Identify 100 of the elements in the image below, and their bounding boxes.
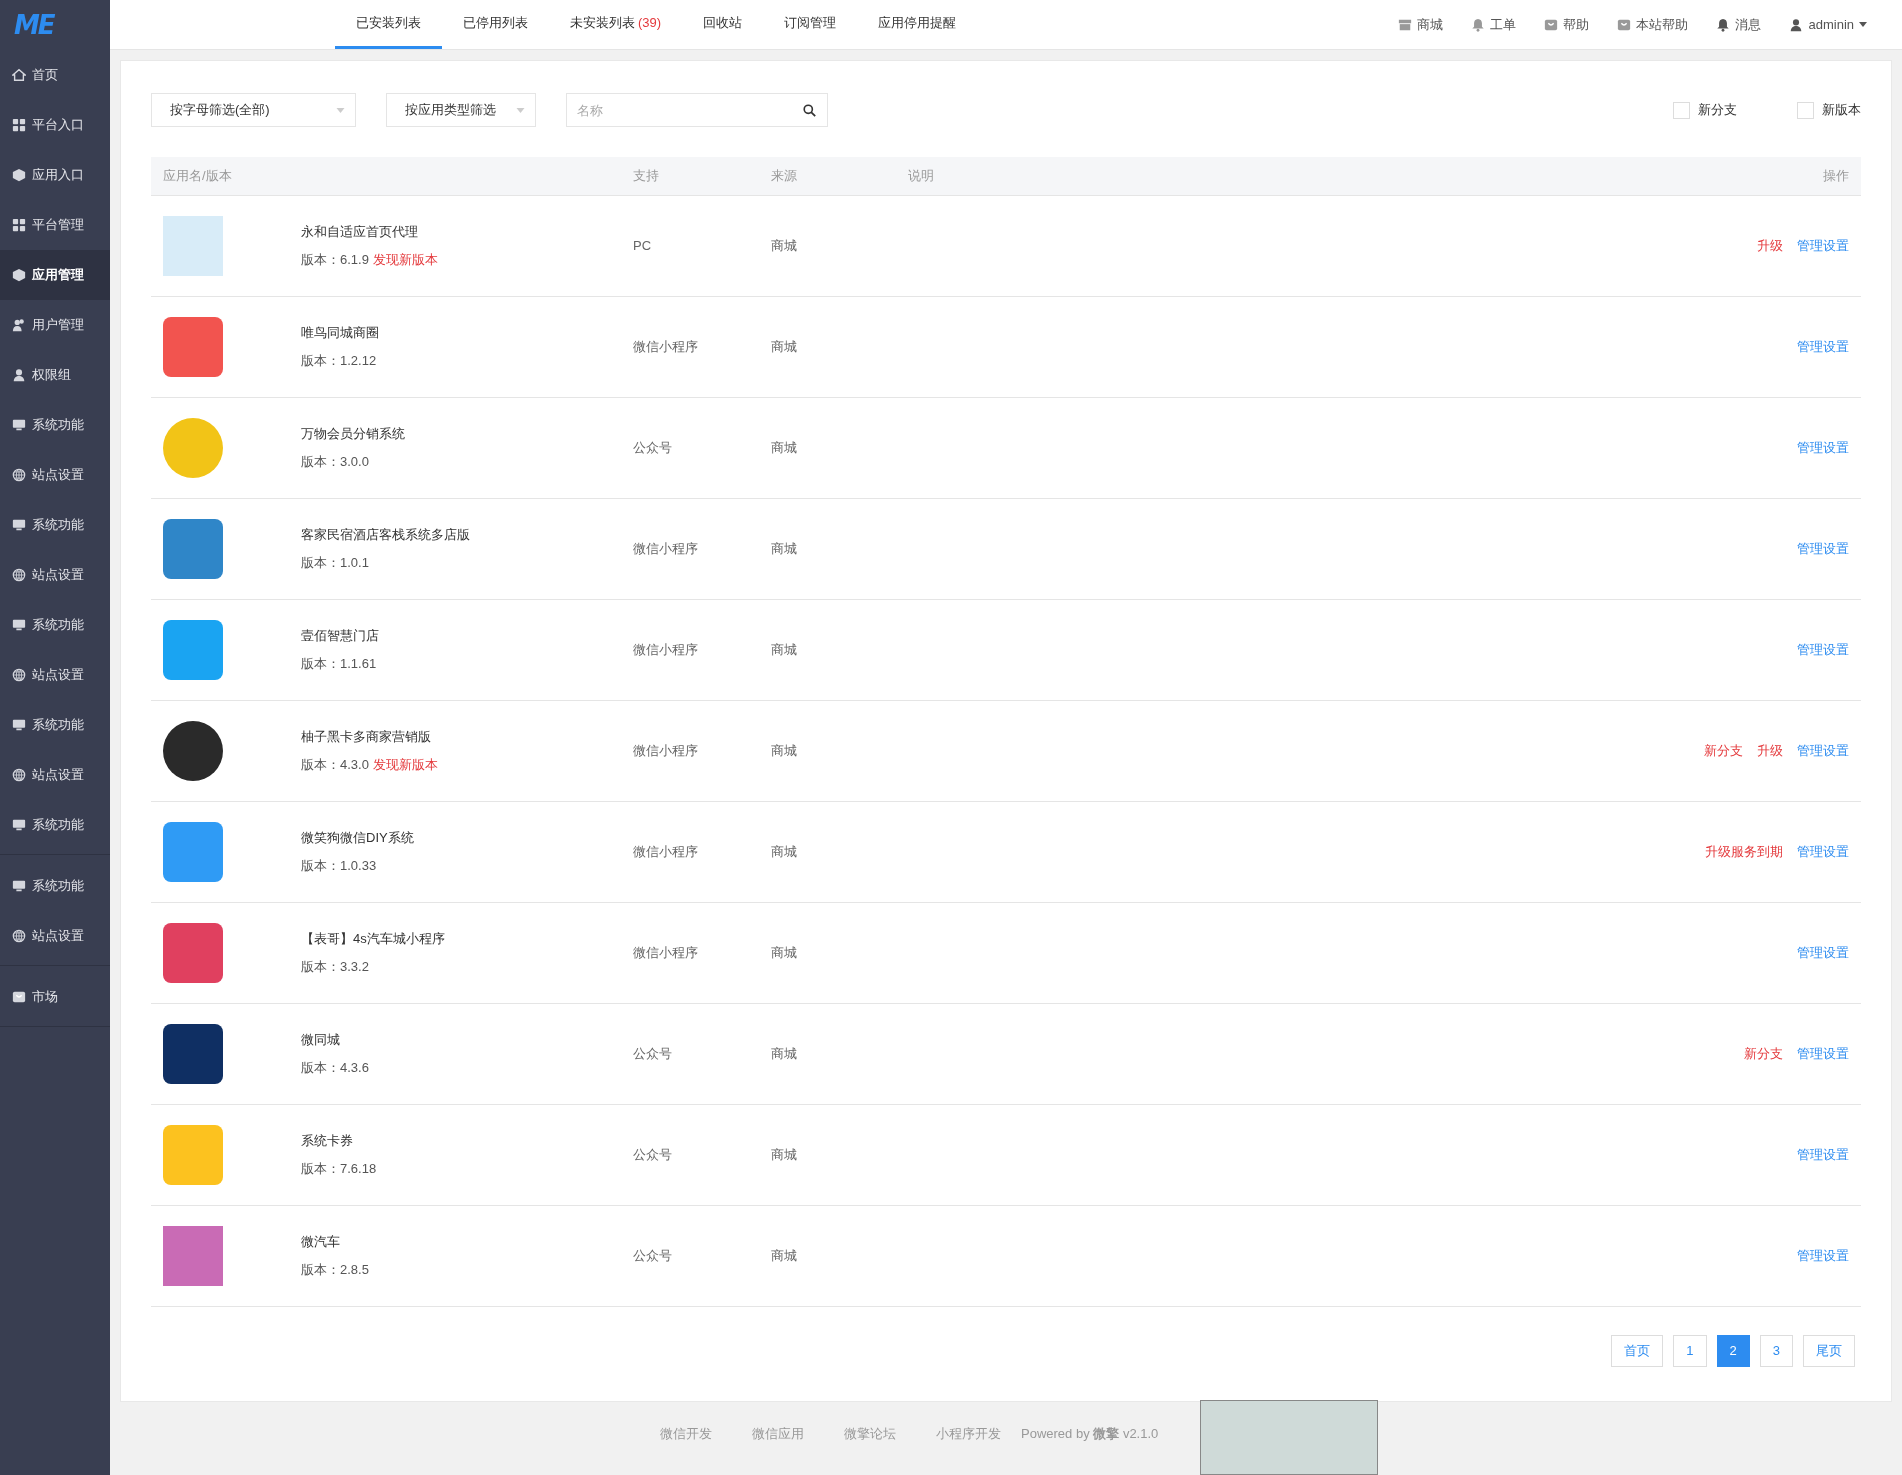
caret-icon	[516, 107, 525, 113]
bag-icon	[12, 990, 26, 1004]
action-link[interactable]: 管理设置	[1797, 237, 1849, 253]
bell-icon	[1471, 17, 1486, 32]
bell-icon	[1716, 17, 1731, 32]
table-cell: 微信小程序	[621, 599, 759, 700]
sidebar-item[interactable]: 系统功能	[0, 400, 110, 450]
page-button[interactable]: 首页	[1611, 1334, 1664, 1367]
table-cell: 微信小程序	[621, 801, 759, 902]
filter-dropdown[interactable]: 按应用类型筛选	[386, 93, 536, 127]
action-link[interactable]: 升级服务到期	[1705, 843, 1783, 859]
app-version: 版本：6.1.9 发现新版本	[301, 251, 438, 269]
table-cell: 商城	[759, 397, 896, 498]
action-link[interactable]: 升级	[1757, 237, 1783, 253]
action-link[interactable]: 管理设置	[1797, 540, 1849, 556]
tab[interactable]: 回收站	[682, 0, 764, 49]
sidebar-item[interactable]: 权限组	[0, 350, 110, 400]
table-cell: PC	[621, 195, 759, 296]
sidebar-item[interactable]: 系统功能	[0, 500, 110, 550]
caret-icon	[336, 107, 345, 113]
action-link[interactable]: 管理设置	[1797, 843, 1849, 859]
top-link[interactable]: 消息	[1716, 14, 1762, 35]
sidebar-item[interactable]: 应用入口	[0, 150, 110, 200]
table-cell: 商城	[759, 700, 896, 801]
page-button[interactable]: 尾页	[1803, 1334, 1855, 1367]
home-icon	[12, 68, 26, 82]
table-cell: 商城	[759, 801, 896, 902]
app-version: 版本：1.0.33	[301, 857, 378, 875]
action-link[interactable]: 管理设置	[1797, 338, 1849, 354]
sidebar-item[interactable]: 站点设置	[0, 650, 110, 700]
caret-icon	[1859, 22, 1867, 27]
table-cell: 公众号	[621, 1205, 759, 1306]
action-link[interactable]: 管理设置	[1797, 742, 1849, 758]
action-link[interactable]: 管理设置	[1797, 439, 1849, 455]
globe-icon	[12, 568, 26, 582]
action-link[interactable]: 管理设置	[1797, 1146, 1849, 1162]
sidebar-item[interactable]: 平台管理	[0, 200, 110, 250]
sidebar-item[interactable]: 站点设置	[0, 550, 110, 600]
action-link[interactable]: 新分支	[1704, 742, 1743, 758]
sidebar-item[interactable]: 系统功能	[0, 600, 110, 650]
action-link[interactable]: 新分支	[1744, 1045, 1783, 1061]
tab[interactable]: 已安装列表	[335, 0, 442, 49]
tab[interactable]: 已停用列表	[442, 0, 549, 49]
bag-icon	[1617, 17, 1632, 32]
cube-icon	[12, 168, 26, 182]
action-link[interactable]: 管理设置	[1797, 1247, 1849, 1263]
top-link[interactable]: adminin	[1789, 14, 1867, 35]
sidebar-item[interactable]: 系统功能	[0, 700, 110, 750]
action-link[interactable]: 管理设置	[1797, 944, 1849, 960]
checkbox[interactable]	[1673, 101, 1690, 119]
page-button[interactable]: 3	[1759, 1334, 1793, 1367]
monitor-icon	[12, 879, 26, 893]
app-name: 系统卡券	[301, 1131, 354, 1150]
sidebar-item[interactable]: 市场	[0, 972, 110, 1022]
sidebar-item[interactable]: 站点设置	[0, 750, 110, 800]
app-name: 微笑狗微信DIY系统	[301, 828, 414, 847]
table-cell: 商城	[759, 195, 896, 296]
table-cell: 微信小程序	[621, 700, 759, 801]
app-name: 壹佰智慧门店	[301, 626, 379, 645]
sidebar-item[interactable]: 用户管理	[0, 300, 110, 350]
action-link[interactable]: 管理设置	[1797, 641, 1849, 657]
top-link[interactable]: 本站帮助	[1617, 14, 1689, 35]
sidebar-item[interactable]: 系统功能	[0, 800, 110, 850]
checkbox[interactable]	[1797, 101, 1814, 119]
logo: ME	[13, 9, 56, 42]
sidebar-item[interactable]: 平台入口	[0, 100, 110, 150]
sidebar-item[interactable]: 应用管理	[0, 250, 110, 300]
app-version: 版本：1.1.61	[301, 655, 378, 673]
column-header: 操作	[1103, 157, 1861, 195]
app-version: 版本：4.3.6	[301, 1059, 369, 1077]
tab[interactable]: 应用停用提醒	[857, 0, 978, 49]
action-link[interactable]: 升级	[1757, 742, 1783, 758]
app-version: 版本：3.3.2	[301, 958, 370, 976]
sidebar-item[interactable]: 系统功能	[0, 861, 110, 911]
table-cell: 公众号	[621, 397, 759, 498]
monitor-icon	[12, 718, 26, 732]
app-name: 唯鸟同城商圈	[301, 323, 379, 342]
globe-icon	[12, 768, 26, 782]
column-header: 应用名/版本	[151, 157, 621, 195]
search-icon[interactable]	[803, 104, 816, 117]
app-name: 永和自适应首页代理	[301, 222, 419, 241]
sidebar-item[interactable]: 站点设置	[0, 450, 110, 500]
column-header: 来源	[759, 157, 896, 195]
monitor-icon	[12, 618, 26, 632]
tab[interactable]: 订阅管理	[763, 0, 858, 49]
search-field[interactable]: 名称	[566, 93, 828, 127]
tab[interactable]: 未安装列表 (39)	[549, 0, 683, 49]
monitor-icon	[12, 418, 26, 432]
store-icon	[1398, 17, 1413, 32]
filter-dropdown[interactable]: 按字母筛选(全部)	[151, 93, 356, 127]
app-version: 版本：2.8.5	[301, 1261, 369, 1279]
app-name: 微同城	[301, 1030, 341, 1049]
action-link[interactable]: 管理设置	[1797, 1045, 1849, 1061]
top-link[interactable]: 帮助	[1544, 14, 1590, 35]
top-link[interactable]: 工单	[1471, 14, 1517, 35]
cube-icon	[12, 268, 26, 282]
top-link[interactable]: 商城	[1398, 14, 1444, 35]
sidebar-item[interactable]: 站点设置	[0, 911, 110, 961]
sidebar-item[interactable]: 首页	[0, 50, 110, 100]
column-header: 说明	[896, 157, 1104, 195]
